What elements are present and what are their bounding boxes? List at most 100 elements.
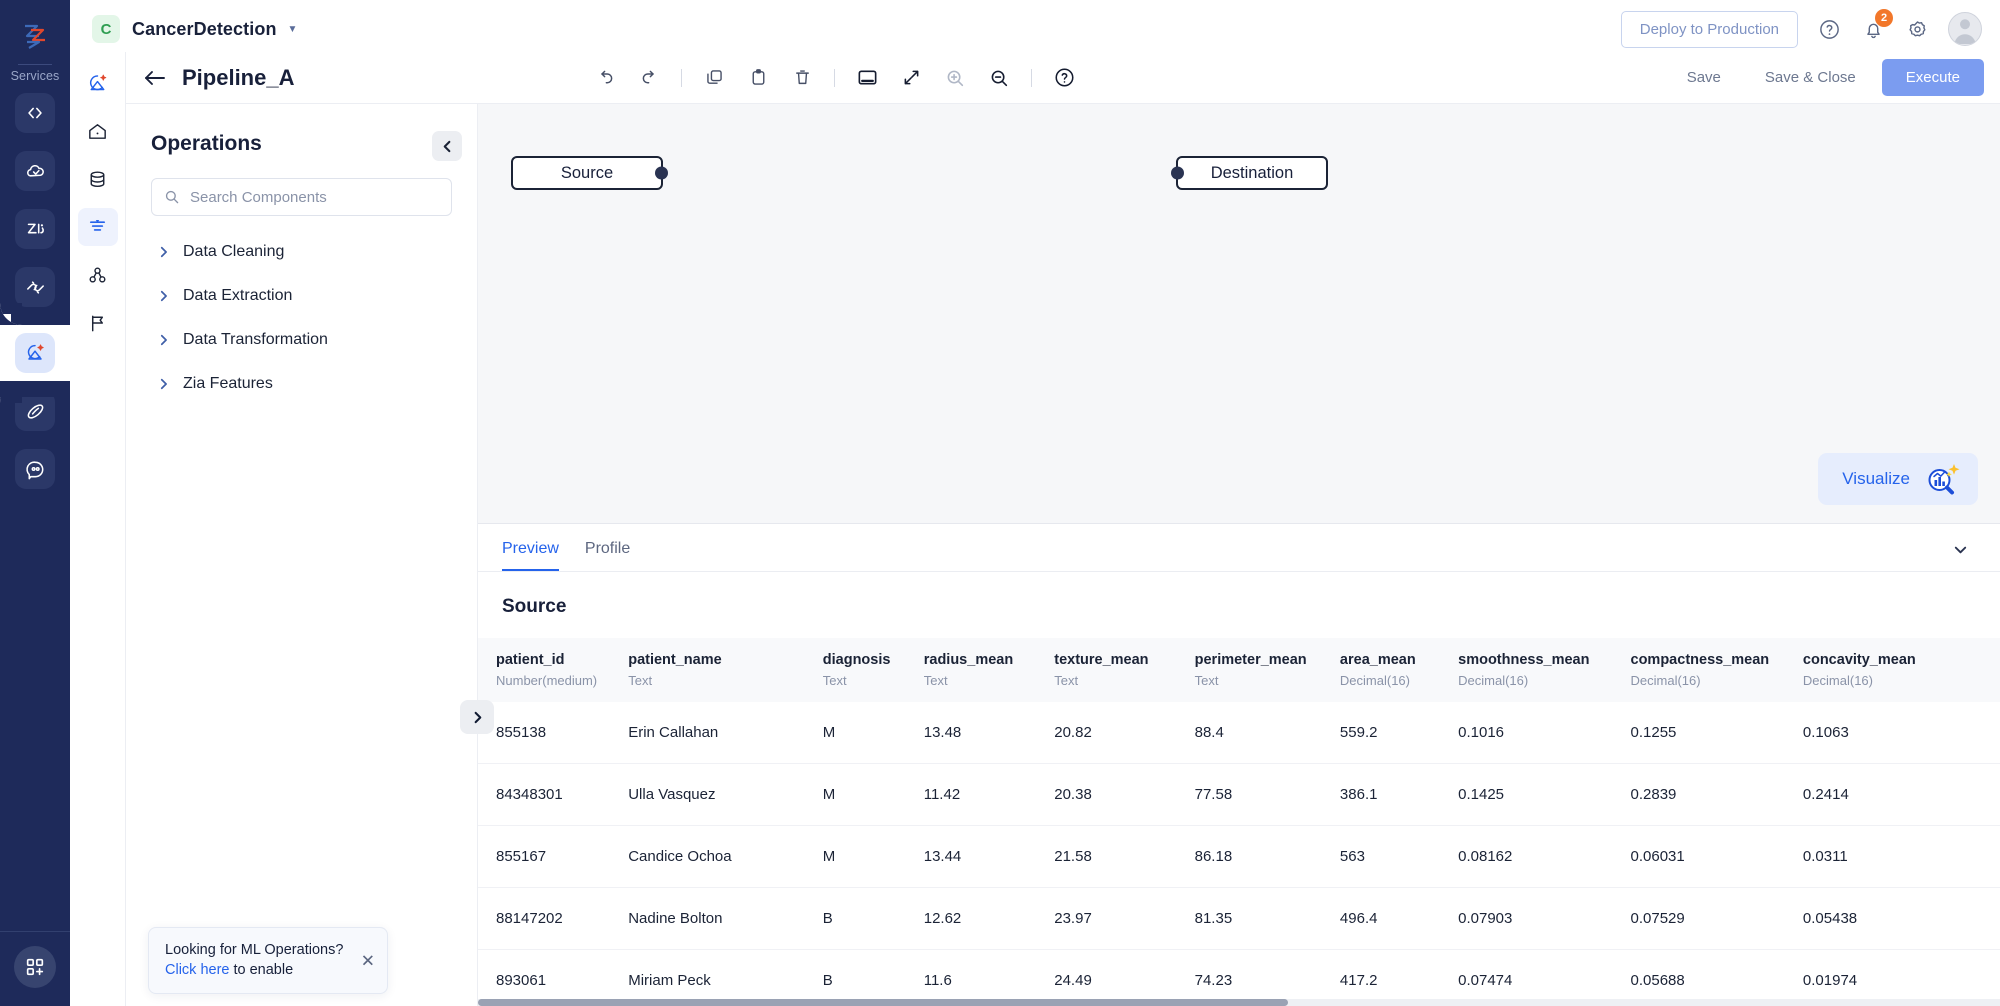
col-area-mean[interactable]: area_mean Decimal(16): [1340, 638, 1458, 702]
col-diagnosis[interactable]: diagnosis Text: [823, 638, 924, 702]
tab-profile[interactable]: Profile: [585, 540, 630, 571]
question-circle-icon[interactable]: [1047, 61, 1081, 95]
cell: Candice Ochoa: [628, 825, 823, 888]
copy-icon[interactable]: [697, 61, 731, 95]
cell: 417.2: [1339, 972, 1378, 989]
cell: 563: [1339, 825, 1459, 888]
workspace-name[interactable]: CancerDetection: [132, 19, 277, 40]
toolbar-divider: [1031, 68, 1033, 87]
service-cloud[interactable]: [15, 151, 55, 191]
ops-group-data-transformation[interactable]: Data Transformation: [126, 318, 477, 362]
ops-group-zia-features[interactable]: Zia Features: [126, 362, 477, 406]
pipeline-header-bar: Pipeline_A Save Save & Close Execute: [126, 52, 2000, 104]
data-table-scroll[interactable]: patient_id Number(medium) patient_name T…: [478, 638, 2000, 1006]
save-and-close-button[interactable]: Save & Close: [1747, 60, 1874, 95]
user-avatar-icon[interactable]: [1948, 12, 1982, 46]
cell: 855138: [478, 702, 629, 764]
expand-diagonal-icon[interactable]: [894, 61, 928, 95]
col-patient-name[interactable]: patient_name Text: [628, 638, 823, 702]
preview-panel: Preview Profile Source patient_id Number…: [478, 523, 2000, 1006]
table-row[interactable]: 88147202 Nadine Bolton B 12.62 23.97 81.…: [478, 887, 2000, 950]
module-zia[interactable]: [78, 64, 118, 102]
module-pipelines[interactable]: [77, 208, 118, 246]
visualize-button[interactable]: Visualize: [1818, 453, 1978, 505]
service-connections[interactable]: [15, 267, 55, 307]
input-port[interactable]: [1171, 166, 1184, 180]
gear-icon[interactable]: [1904, 16, 1930, 42]
horizontal-scrollbar[interactable]: [478, 999, 2000, 1006]
col-patient-id[interactable]: patient_id Number(medium): [478, 638, 628, 702]
chevron-right-icon: [158, 334, 169, 346]
redo-arrow-icon[interactable]: [632, 61, 666, 95]
chevron-down-icon[interactable]: [1944, 535, 1976, 563]
col-radius-mean[interactable]: radius_mean Text: [924, 638, 1055, 702]
table-row[interactable]: 855138 Erin Callahan M 13.48 20.82 88.4 …: [478, 702, 2000, 764]
cell: 23.97: [1054, 887, 1195, 950]
module-home[interactable]: [78, 112, 118, 150]
chevron-down-icon[interactable]: ▼: [288, 24, 298, 35]
panel-expand-handle[interactable]: [460, 700, 494, 734]
question-circle-icon[interactable]: [1816, 16, 1842, 42]
destination-node-label: Destination: [1210, 163, 1294, 182]
magnifier-minus-icon[interactable]: [982, 61, 1016, 95]
clipboard-icon[interactable]: [741, 61, 775, 95]
col-compactness-mean[interactable]: compactness_mean Decimal(16): [1631, 638, 1803, 702]
undo-arrow-icon[interactable]: [588, 61, 622, 95]
deploy-to-production-button[interactable]: Deploy to Production: [1620, 10, 1798, 48]
cell: 88147202: [478, 887, 629, 950]
service-code[interactable]: [15, 93, 55, 133]
col-perimeter-mean[interactable]: perimeter_mean Text: [1195, 638, 1340, 702]
ops-group-data-extraction[interactable]: Data Extraction: [126, 274, 477, 318]
magnifier-plus-icon[interactable]: [938, 61, 972, 95]
column-name: area_mean: [1339, 652, 1416, 668]
cell: 0.2414: [1802, 763, 2000, 826]
trash-icon[interactable]: [785, 61, 819, 95]
destination-node[interactable]: Destination: [1171, 156, 1328, 190]
cell: M: [822, 702, 924, 764]
table-row[interactable]: 84348301 Ulla Vasquez M 11.42 20.38 77.5…: [478, 763, 2000, 826]
canvas-toolbar: [588, 61, 1081, 95]
col-texture-mean[interactable]: texture_mean Text: [1054, 638, 1194, 702]
save-button[interactable]: Save: [1669, 60, 1739, 95]
column-name: smoothness_mean: [1458, 652, 1590, 668]
close-x-icon[interactable]: ✕: [361, 952, 375, 969]
column-type: Text: [1194, 673, 1219, 688]
col-smoothness-mean[interactable]: smoothness_mean Decimal(16): [1458, 638, 1630, 702]
service-chat[interactable]: [15, 449, 55, 489]
output-port[interactable]: [655, 166, 668, 180]
table-row[interactable]: 893061 Miriam Peck B 11.6 24.49 74.23 41…: [478, 950, 2000, 1006]
bell-icon[interactable]: 2: [1860, 9, 1893, 42]
table-row[interactable]: 855167 Candice Ochoa M 13.44 21.58 86.18…: [478, 825, 2000, 888]
toast-subline-rest: to enable: [229, 962, 294, 978]
apps-grid-add-icon[interactable]: [14, 946, 56, 988]
scrollbar-thumb[interactable]: [478, 999, 1288, 1006]
execute-button[interactable]: Execute: [1881, 59, 1984, 96]
panel-bottom-icon[interactable]: [850, 61, 884, 95]
column-name: texture_mean: [1054, 652, 1149, 668]
source-node[interactable]: Source: [511, 156, 668, 190]
service-datalake[interactable]: [15, 333, 55, 373]
zoho-logo-icon[interactable]: [13, 14, 57, 58]
arrow-left-icon[interactable]: [142, 67, 168, 89]
cell: 0.2839: [1630, 763, 1803, 826]
column-name: patient_name: [628, 652, 722, 668]
module-flags[interactable]: [78, 304, 118, 342]
toast-enable-link[interactable]: Click here: [165, 962, 229, 978]
col-concavity-mean[interactable]: concavity_mean Decimal(16): [1803, 638, 2000, 702]
column-type: Number(medium): [496, 673, 598, 688]
active-service-notch: [0, 303, 70, 403]
cell: 24.49: [1054, 972, 1092, 989]
cell: M: [822, 763, 924, 826]
search-components-field[interactable]: [151, 178, 452, 216]
cell: 77.58: [1194, 763, 1340, 826]
cell: 0.05438: [1802, 887, 2000, 950]
chevron-left-icon[interactable]: [432, 131, 462, 161]
pipeline-canvas[interactable]: Source Destination Visualize: [478, 104, 2000, 523]
cell: 0.05688: [1630, 972, 1685, 989]
module-database[interactable]: [78, 160, 118, 198]
tab-preview[interactable]: Preview: [502, 540, 559, 571]
search-input[interactable]: [190, 188, 439, 206]
module-users[interactable]: [78, 256, 118, 294]
ops-group-data-cleaning[interactable]: Data Cleaning: [126, 230, 477, 274]
service-zia[interactable]: [15, 209, 55, 249]
